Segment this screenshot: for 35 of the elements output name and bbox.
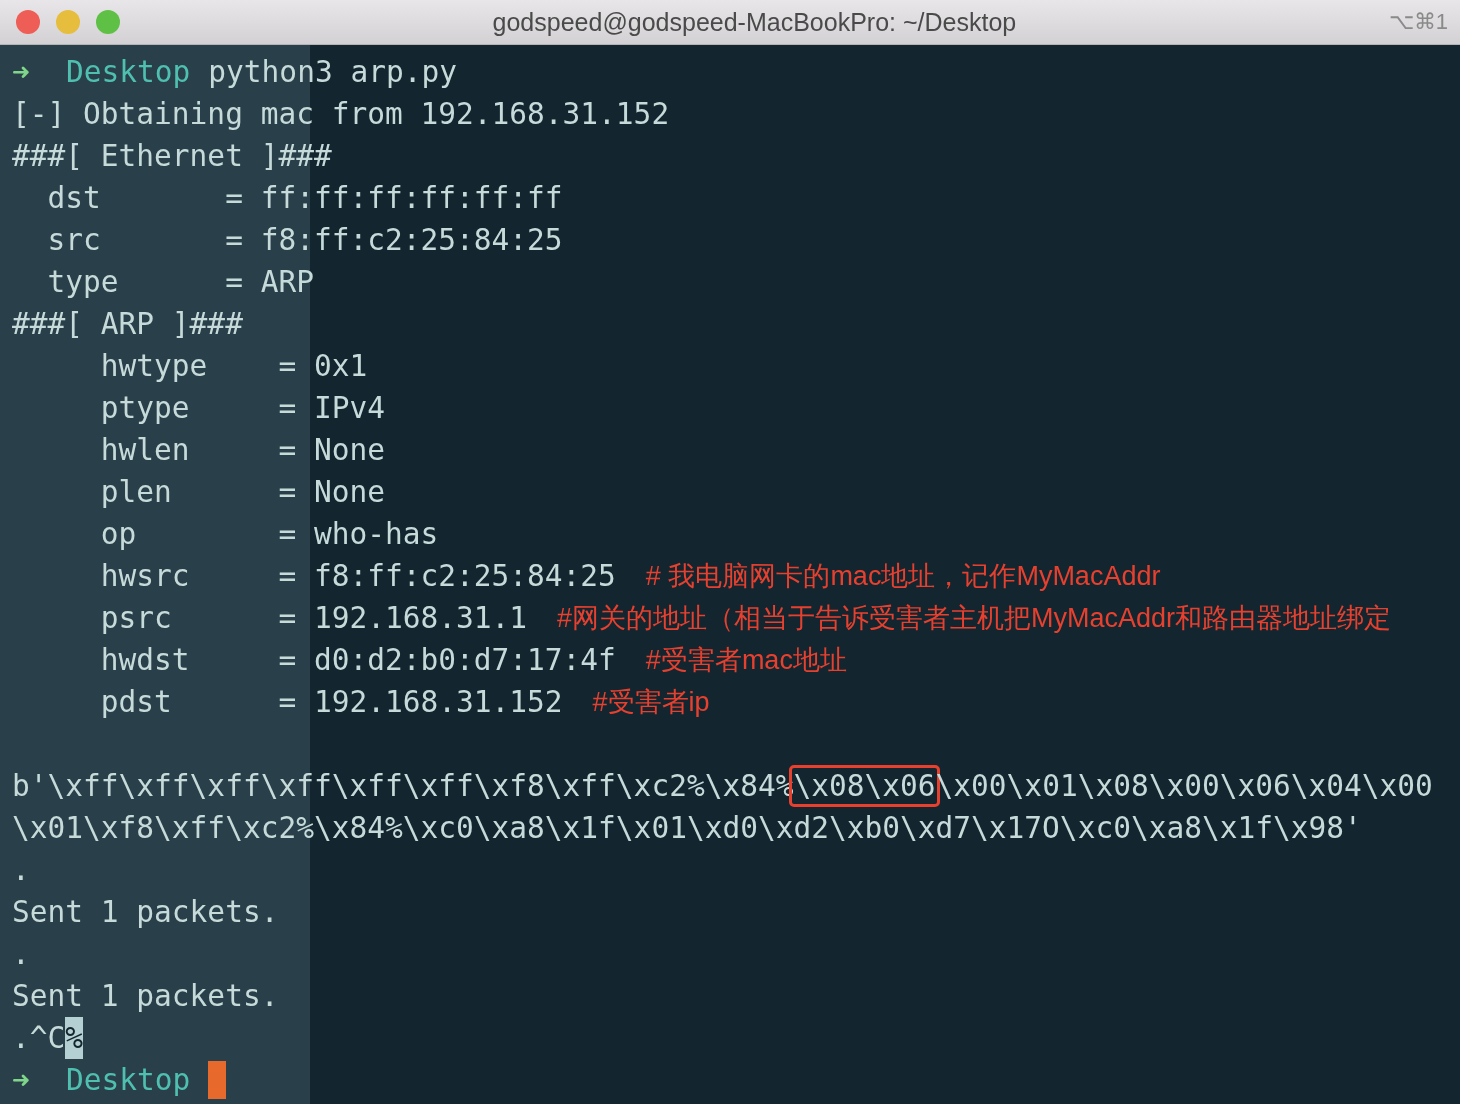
minimize-button[interactable] xyxy=(56,10,80,34)
output-line: . xyxy=(12,936,30,973)
command-text: python3 arp.py xyxy=(208,54,457,91)
output-line: Sent 1 packets. xyxy=(12,978,279,1015)
output-line: ptype = IPv4 xyxy=(99,390,385,427)
output-line: dst = ff:ff:ff:ff:ff:ff xyxy=(46,180,563,217)
output-line: hwdst = d0:d2:b0:d7:17:4f xyxy=(99,642,616,679)
close-button[interactable] xyxy=(16,10,40,34)
shortcut-label: ⌥⌘1 xyxy=(1388,9,1449,35)
output-line: hwsrc = f8:ff:c2:25:84:25 xyxy=(99,558,616,595)
prompt-arrow: ➜ xyxy=(12,1062,31,1099)
output-line: hwtype = 0x1 xyxy=(99,348,368,385)
output-line: [-] Obtaining mac from 192.168.31.152 xyxy=(12,96,670,133)
zoom-button[interactable] xyxy=(96,10,120,34)
window-title: godspeed@godspeed-MacBookPro: ~/Desktop xyxy=(491,7,1018,37)
annotation-text: # 我电脑网卡的mac地址，记作MyMacAddr xyxy=(645,560,1161,593)
output-line: src = f8:ff:c2:25:84:25 xyxy=(46,222,563,259)
output-line: psrc = 192.168.31.1 xyxy=(99,600,528,637)
output-line: plen = None xyxy=(99,474,385,511)
output-line: . xyxy=(12,852,30,889)
output-line: pdst = 192.168.31.152 xyxy=(99,684,563,721)
end-of-line-mark: % xyxy=(65,1017,84,1059)
output-line: op = who-has xyxy=(99,516,439,553)
output-line: \x01\xf8\xff\xc2%\x84%\xc0\xa8\x1f\x01\xd0\xd2\xb0\xd7\x17O\xc0\xa8\x1f\x98' xyxy=(12,810,1362,847)
annotation-text: #受害者mac地址 xyxy=(645,644,847,677)
prompt-arrow: ➜ xyxy=(12,54,31,91)
prompt-directory: Desktop xyxy=(66,1062,191,1099)
annotation-text: #网关的地址（相当于告诉受害者主机把MyMacAddr和路由器地址绑定 xyxy=(557,602,1392,635)
prompt-directory: Desktop xyxy=(66,54,191,91)
output-line: ###[ Ethernet ]### xyxy=(12,138,332,175)
output-line: hwlen = None xyxy=(99,432,385,469)
output-line: Sent 1 packets. xyxy=(12,894,279,931)
output-line: type = ARP xyxy=(46,264,314,301)
output-line: ###[ ARP ]### xyxy=(12,306,243,343)
annotation-text: #受害者ip xyxy=(592,686,710,719)
